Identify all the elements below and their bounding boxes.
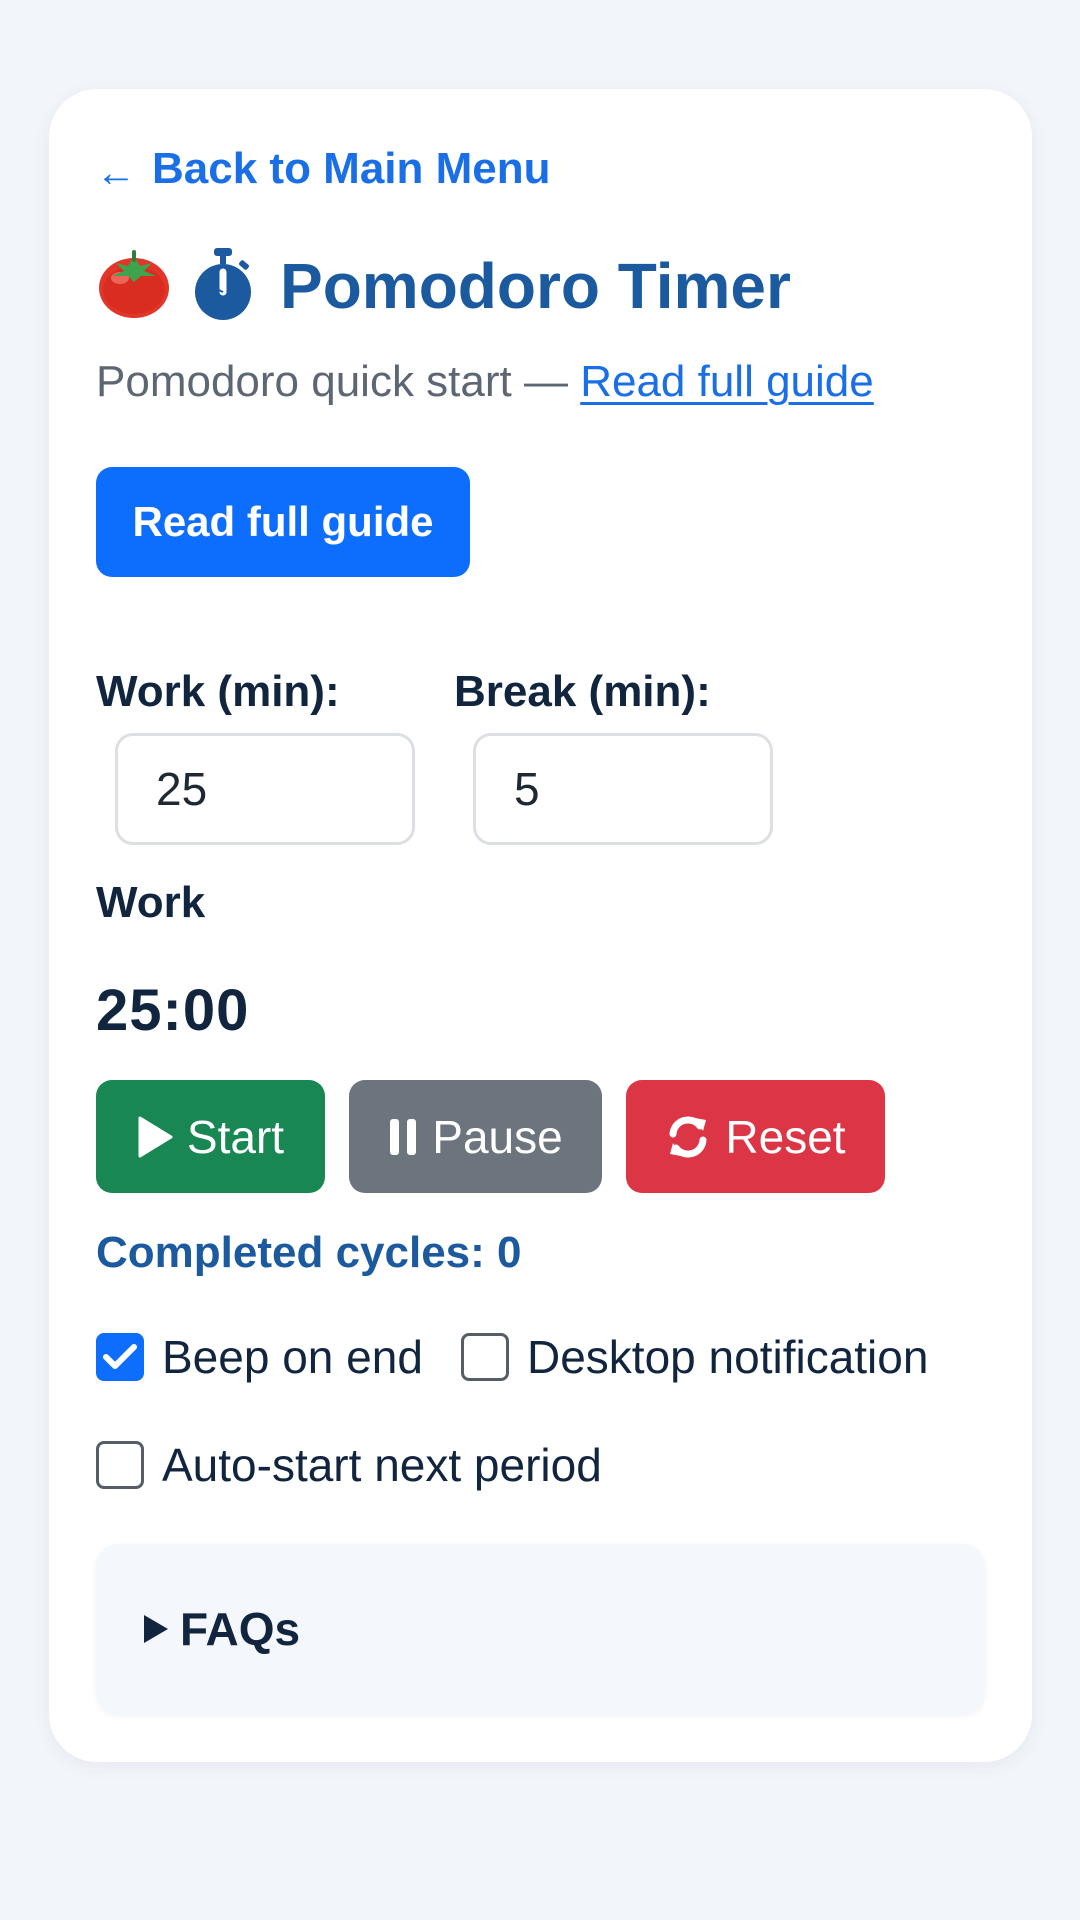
pause-button[interactable]: Pause: [349, 1080, 602, 1193]
check-icon: [103, 1344, 137, 1369]
completed-cycles: Completed cycles: 0: [96, 1228, 522, 1277]
back-link-label: Back to Main Menu: [152, 144, 551, 193]
read-full-guide-link[interactable]: Read full guide: [580, 357, 874, 406]
break-minutes-input[interactable]: [473, 733, 773, 845]
auto-start-option[interactable]: Auto-start next period: [96, 1438, 602, 1492]
read-full-guide-button[interactable]: Read full guide: [96, 467, 470, 577]
work-minutes-label: Work (min):: [96, 667, 340, 716]
break-minutes-label: Break (min):: [454, 667, 711, 716]
faq-section: FAQs: [96, 1544, 985, 1714]
refresh-icon: [665, 1114, 711, 1160]
beep-label: Beep on end: [162, 1331, 423, 1383]
faq-label: FAQs: [180, 1603, 301, 1655]
page-title-text: Pomodoro Timer: [280, 250, 791, 322]
work-minutes-input[interactable]: [115, 733, 415, 845]
subtitle-text: Pomodoro quick start —: [96, 357, 581, 406]
subtitle: Pomodoro quick start — Read full guide: [96, 357, 874, 407]
caret-right-icon: [142, 1613, 170, 1645]
faq-toggle[interactable]: FAQs: [142, 1602, 300, 1656]
reset-button-label: Reset: [725, 1110, 846, 1163]
desktop-notification-label: Desktop notification: [527, 1331, 929, 1383]
play-icon: [137, 1116, 173, 1158]
timer-phase-label: Work: [96, 878, 206, 927]
back-to-main-menu-link[interactable]: ← Back to Main Menu: [96, 144, 551, 195]
timer-display: 25:00: [96, 978, 250, 1043]
beep-checkbox[interactable]: [96, 1333, 144, 1381]
stopwatch-icon: [192, 246, 254, 327]
desktop-notification-option[interactable]: Desktop notification: [461, 1330, 928, 1384]
back-arrow-icon: ←: [96, 150, 136, 195]
auto-start-checkbox[interactable]: [96, 1441, 144, 1489]
desktop-notification-checkbox[interactable]: [461, 1333, 509, 1381]
page-title: Pomodoro Timer: [96, 236, 791, 336]
reset-button[interactable]: Reset: [626, 1080, 885, 1193]
pause-button-label: Pause: [432, 1110, 563, 1163]
tomato-icon: [96, 246, 172, 327]
start-button-label: Start: [186, 1110, 285, 1163]
auto-start-label: Auto-start next period: [162, 1439, 602, 1491]
pause-icon: [388, 1117, 418, 1157]
start-button[interactable]: Start: [96, 1080, 325, 1193]
beep-option[interactable]: Beep on end: [96, 1330, 423, 1384]
